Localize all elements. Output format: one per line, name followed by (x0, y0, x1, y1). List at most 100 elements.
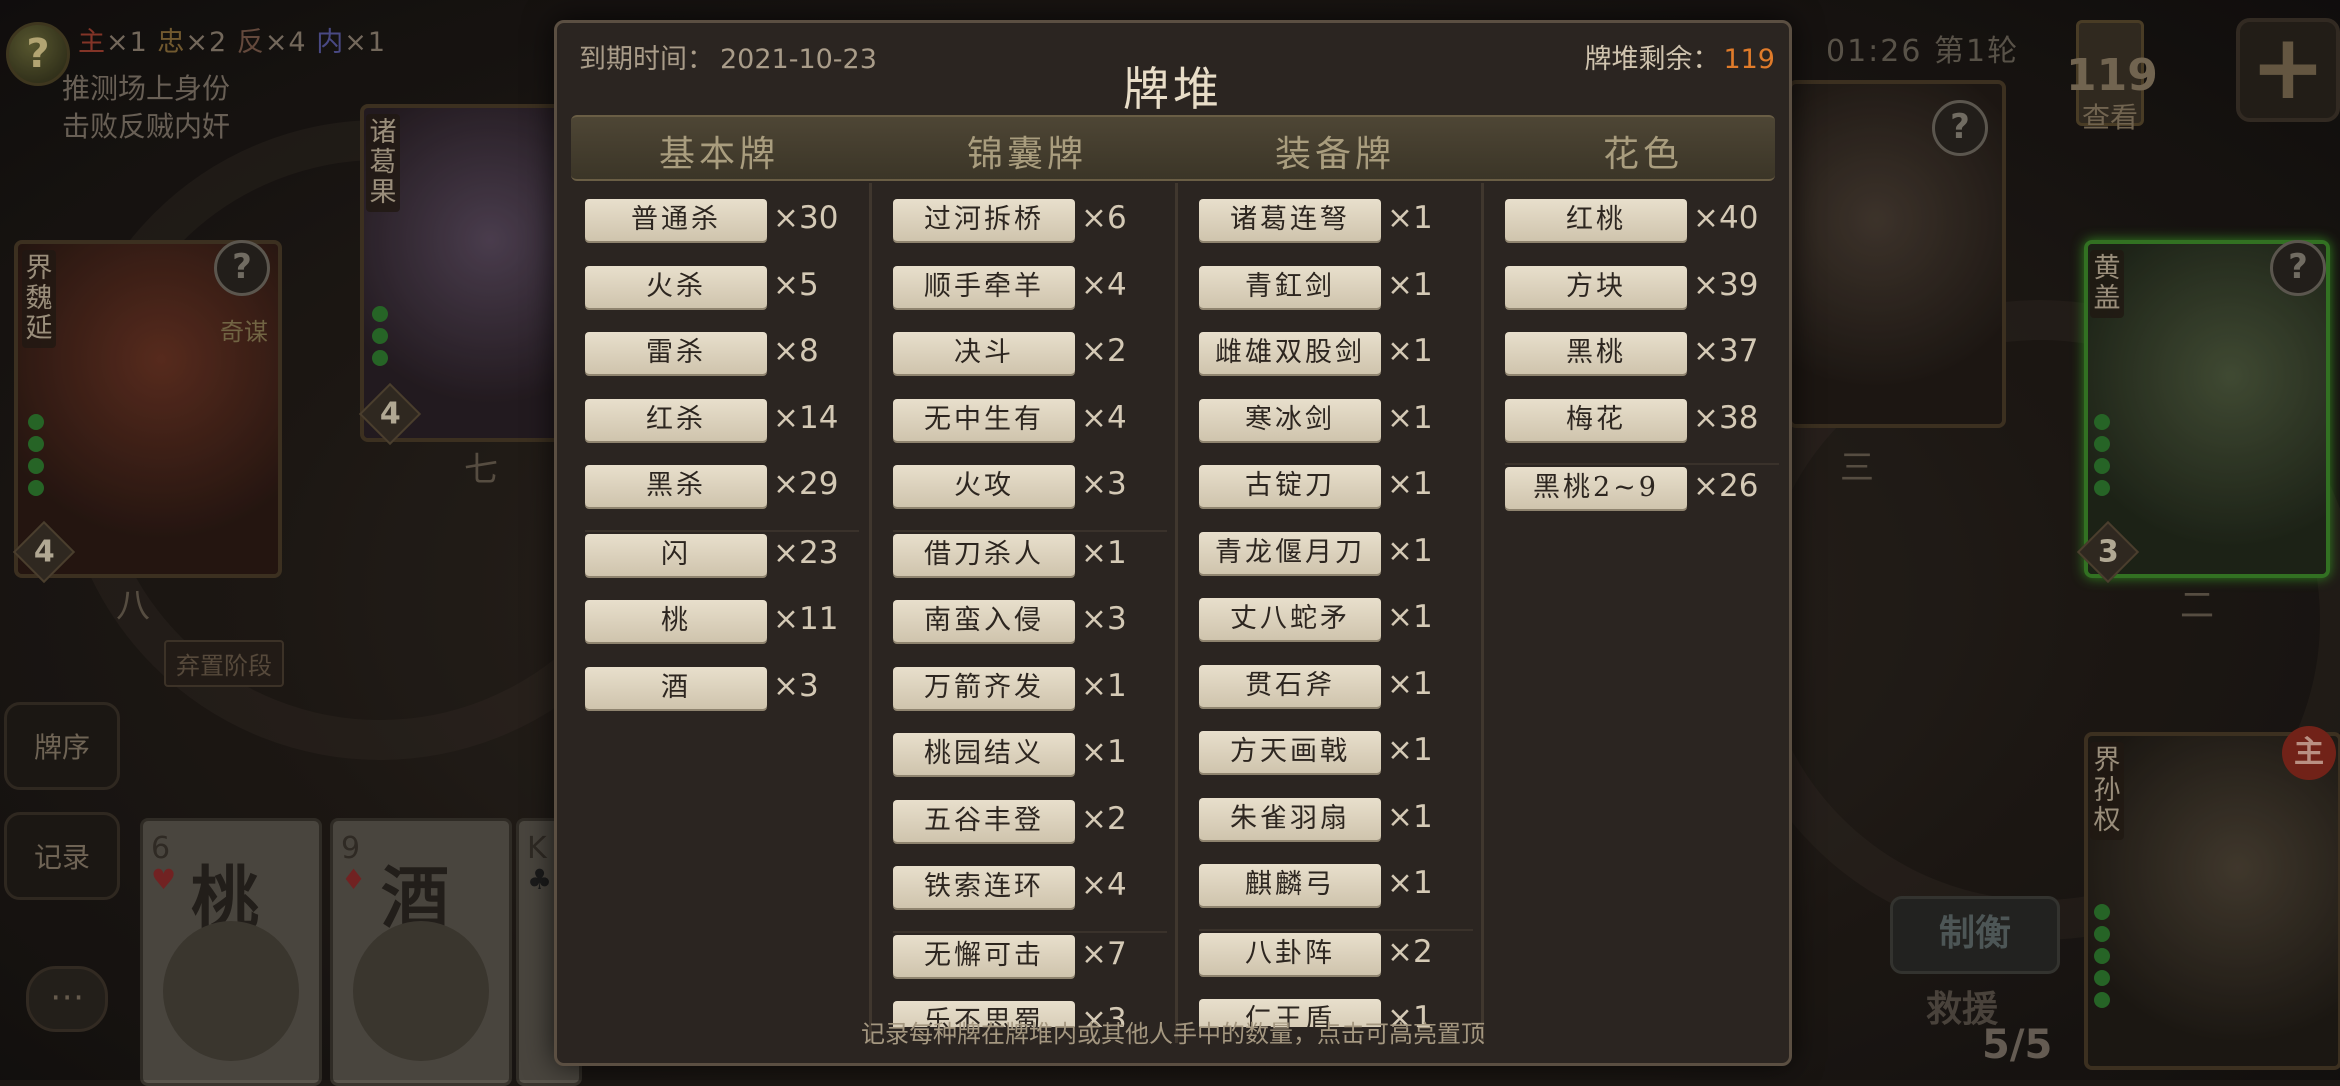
card-name-chip[interactable]: 红桃 (1505, 199, 1687, 241)
card-count: ×2 (1081, 333, 1127, 369)
column-headers: 基本牌 锦囊牌 装备牌 花色 (571, 115, 1775, 181)
equipment-card-list: 诸葛连弩 ×1 青釭剑 ×1 雌雄双股剑 ×1 寒冰剑 ×1 古锭刀 ×1 青龙偃月刀 ×1 丈八蛇矛 ×… (1199, 197, 1473, 1027)
card-row[interactable]: 青釭剑 ×1 (1199, 264, 1473, 331)
card-name-chip[interactable]: 过河拆桥 (893, 199, 1075, 241)
card-name-chip[interactable]: 丈八蛇矛 (1199, 598, 1381, 640)
card-row[interactable]: 过河拆桥 ×6 (893, 197, 1167, 264)
card-row[interactable]: 无懈可击 ×7 (893, 930, 1167, 1000)
card-row[interactable]: 酒 ×3 (585, 665, 859, 732)
header-suit: 花色 (1602, 134, 1683, 175)
card-name-chip[interactable]: 八卦阵 (1199, 932, 1381, 975)
header-equipment: 装备牌 (1274, 134, 1395, 175)
deck-remaining: 牌堆剩余： 119 (1584, 37, 1775, 76)
card-name-chip[interactable]: 五谷丰登 (893, 799, 1075, 842)
remaining-value: 119 (1723, 44, 1775, 75)
card-row[interactable]: 寒冰剑 ×1 (1199, 397, 1473, 464)
card-row[interactable]: 桃园结义 ×1 (893, 731, 1167, 798)
card-row[interactable]: 方天画戟 ×1 (1199, 729, 1473, 796)
card-row[interactable]: 铁索连环 ×4 (893, 864, 1167, 931)
column-divider (1481, 183, 1484, 1043)
card-name-chip[interactable]: 方天画戟 (1199, 731, 1381, 773)
card-name-chip[interactable]: 青釭剑 (1199, 265, 1381, 308)
card-count: ×4 (1081, 266, 1127, 303)
card-row[interactable]: 红杀 ×14 (585, 397, 859, 464)
card-count: ×3 (773, 667, 819, 704)
card-name-chip[interactable]: 雌雄双股剑 (1199, 332, 1381, 374)
deck-modal: 到期时间： 2021-10-23 牌堆 牌堆剩余： 119 基本牌 锦囊牌 装备牌 … (554, 20, 1792, 1066)
card-count: ×1 (1387, 732, 1433, 768)
card-name-chip[interactable]: 南蛮入侵 (893, 600, 1075, 642)
card-row[interactable]: 朱雀羽扇 ×1 (1199, 796, 1473, 863)
header-trick: 锦囊牌 (966, 134, 1087, 175)
card-row[interactable]: 贯石斧 ×1 (1199, 663, 1473, 730)
card-name-chip[interactable]: 万箭齐发 (893, 666, 1075, 709)
card-row[interactable]: 雷杀 ×8 (585, 330, 859, 397)
card-name-chip[interactable]: 古锭刀 (1199, 465, 1381, 507)
card-row[interactable]: 梅花 ×38 (1505, 397, 1779, 464)
card-name-chip[interactable]: 桃 (585, 600, 767, 642)
card-name-chip[interactable]: 铁索连环 (893, 866, 1075, 908)
card-row[interactable]: 古锭刀 ×1 (1199, 463, 1473, 530)
column-divider (1175, 183, 1178, 1043)
card-row[interactable]: 顺手牵羊 ×4 (893, 264, 1167, 331)
card-row[interactable]: 黑杀 ×29 (585, 463, 859, 530)
card-count: ×1 (1387, 466, 1433, 502)
card-name-chip[interactable]: 朱雀羽扇 (1199, 797, 1381, 840)
card-row[interactable]: 闪 ×23 (585, 529, 859, 599)
card-name-chip[interactable]: 雷杀 (585, 332, 767, 374)
card-name-chip[interactable]: 黑杀 (585, 465, 767, 507)
card-row[interactable]: 借刀杀人 ×1 (893, 529, 1167, 599)
card-row[interactable]: 八卦阵 ×2 (1199, 928, 1473, 998)
card-count: ×4 (1081, 867, 1127, 903)
card-name-chip[interactable]: 桃园结义 (893, 733, 1075, 775)
card-name-chip[interactable]: 梅花 (1505, 398, 1687, 441)
card-count: ×1 (1081, 734, 1127, 770)
card-row[interactable]: 南蛮入侵 ×3 (893, 598, 1167, 665)
card-row[interactable]: 麒麟弓 ×1 (1199, 862, 1473, 929)
card-name-chip[interactable]: 青龙偃月刀 (1199, 531, 1381, 574)
card-row[interactable]: 决斗 ×2 (893, 330, 1167, 397)
card-name-chip[interactable]: 寒冰剑 (1199, 398, 1381, 441)
card-row[interactable]: 普通杀 ×30 (585, 197, 859, 264)
card-row[interactable]: 方块 ×39 (1505, 264, 1779, 331)
card-name-chip[interactable]: 无中生有 (893, 398, 1075, 441)
column-divider (869, 183, 872, 1043)
card-name-chip[interactable]: 无懈可击 (893, 934, 1075, 977)
card-name-chip[interactable]: 酒 (585, 666, 767, 709)
card-row[interactable]: 黑桃 ×37 (1505, 330, 1779, 397)
card-row[interactable]: 桃 ×11 (585, 598, 859, 665)
card-name-chip[interactable]: 方块 (1505, 265, 1687, 308)
card-count: ×37 (1693, 333, 1759, 369)
card-row[interactable]: 诸葛连弩 ×1 (1199, 197, 1473, 264)
card-name-chip[interactable]: 诸葛连弩 (1199, 199, 1381, 241)
card-row[interactable]: 黑桃2~9 ×26 (1505, 463, 1779, 532)
card-name-chip[interactable]: 火杀 (585, 265, 767, 308)
card-name-chip[interactable]: 借刀杀人 (893, 533, 1075, 576)
card-count: ×6 (1081, 200, 1127, 236)
card-row[interactable]: 无中生有 ×4 (893, 397, 1167, 464)
card-row[interactable]: 雌雄双股剑 ×1 (1199, 330, 1473, 397)
card-row[interactable]: 火攻 ×3 (893, 463, 1167, 530)
card-name-chip[interactable]: 麒麟弓 (1199, 864, 1381, 906)
card-row[interactable]: 火杀 ×5 (585, 264, 859, 331)
card-count: ×1 (1387, 266, 1433, 303)
card-row[interactable]: 青龙偃月刀 ×1 (1199, 530, 1473, 597)
card-count: ×8 (773, 333, 819, 369)
card-name-chip[interactable]: 黑桃 (1505, 332, 1687, 374)
card-row[interactable]: 丈八蛇矛 ×1 (1199, 596, 1473, 663)
card-row[interactable]: 五谷丰登 ×2 (893, 798, 1167, 865)
card-count: ×5 (773, 266, 819, 303)
card-name-chip[interactable]: 顺手牵羊 (893, 265, 1075, 308)
card-row[interactable]: 红桃 ×40 (1505, 197, 1779, 264)
card-name-chip[interactable]: 普通杀 (585, 199, 767, 241)
card-name-chip[interactable]: 闪 (585, 533, 767, 576)
card-name-chip[interactable]: 贯石斧 (1199, 664, 1381, 707)
card-name-chip[interactable]: 决斗 (893, 332, 1075, 374)
card-count: ×14 (773, 399, 839, 436)
card-count: ×26 (1693, 468, 1759, 504)
card-row[interactable]: 万箭齐发 ×1 (893, 665, 1167, 732)
card-name-chip[interactable]: 黑桃2~9 (1505, 467, 1687, 509)
card-name-chip[interactable]: 红杀 (585, 398, 767, 441)
card-name-chip[interactable]: 火攻 (893, 465, 1075, 507)
basic-card-list: 普通杀 ×30 火杀 ×5 雷杀 ×8 红杀 ×14 黑杀 ×29 闪 ×23 桃 ×11 酒 ×3 (585, 197, 859, 1027)
